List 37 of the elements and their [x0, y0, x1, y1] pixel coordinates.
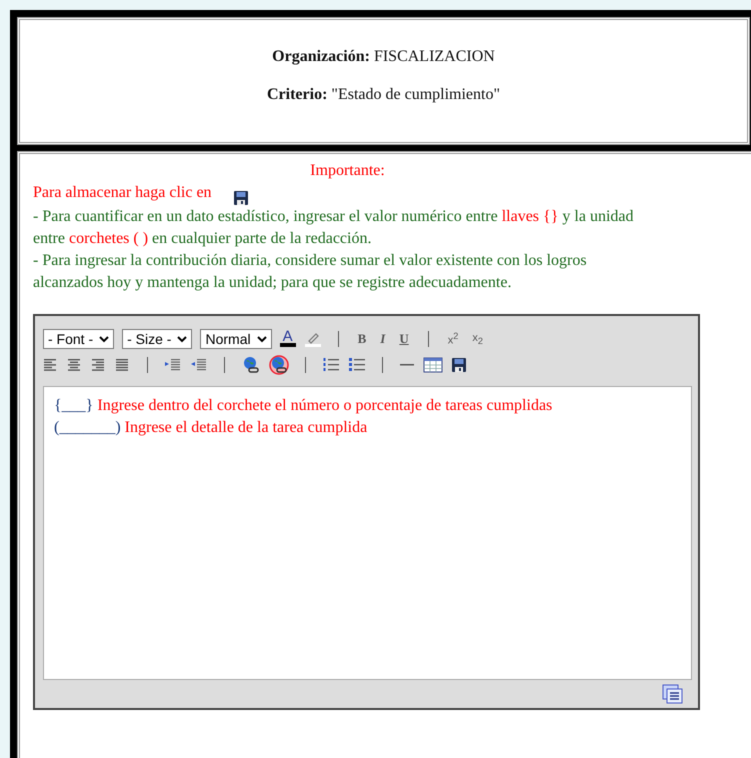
script-button[interactable]: x$^{2}$ — [444, 331, 462, 347]
underline-button[interactable]: U — [396, 331, 412, 347]
instruction-text: - Para ingresar la contribución diaria, considere sumar el valor existente con los logros alcanzados hoy y mantenga la unidad; para que se registre adecuadamente. — [33, 251, 588, 293]
save-icon[interactable] — [451, 357, 467, 373]
ordered-list-icon[interactable] — [322, 357, 340, 373]
align-left-icon[interactable] — [43, 358, 59, 372]
align-center-icon[interactable] — [67, 358, 83, 372]
dropdown[interactable]: - Size - — [122, 329, 192, 349]
criterion-line: Criterio: "Estado de cumplimiento" — [267, 86, 500, 104]
dropdown[interactable]: - Font - — [43, 329, 114, 349]
organization-line: Organización: FISCALIZACION — [272, 48, 495, 66]
instruction-text: - Para cuantificar en un dato estadístico, ingresar el valor numérico entre llaves {} y la unidad entre corchetes ( ) en cualquier parte de la redacción. — [33, 207, 634, 249]
editor-line: (_______) Ingrese el detalle de la tarea cumplida — [54, 418, 368, 438]
globe-link-icon[interactable] — [241, 355, 261, 375]
dropdown[interactable]: Normal — [200, 329, 272, 349]
horizontal-rule-icon[interactable] — [399, 363, 415, 367]
indent-icon[interactable] — [164, 358, 182, 372]
caret-icon — [256, 335, 267, 343]
script-button[interactable]: x$_{2}$ — [469, 332, 486, 346]
highlighter-icon[interactable] — [304, 331, 322, 347]
align-justify-icon[interactable] — [115, 358, 131, 372]
source-view-icon[interactable] — [662, 684, 684, 704]
bullet-list-icon[interactable] — [348, 357, 366, 373]
align-right-icon[interactable] — [91, 358, 107, 372]
italic-button[interactable]: I — [377, 331, 388, 347]
save-hint: Para almacenar haga clic en — [33, 183, 213, 203]
save-icon[interactable] — [233, 190, 249, 206]
editor-line: {___} Ingrese dentro del corchete el número o porcentaje de tareas cumplidas — [54, 396, 554, 416]
caret-icon — [177, 335, 188, 343]
notice-title: Importante: — [309, 161, 386, 181]
font-color-button[interactable]: A — [280, 331, 296, 347]
editor-text-area[interactable]: {___} Ingrese dentro del corchete el número o porcentaje de tareas cumplidas (_______) Ingrese el detalle de la tarea cumplida — [43, 386, 692, 680]
globe-unlink-icon[interactable] — [269, 355, 289, 375]
table-icon[interactable] — [423, 357, 443, 373]
bold-button[interactable]: B — [354, 331, 370, 347]
caret-icon — [99, 335, 110, 343]
outdent-icon[interactable] — [190, 358, 208, 372]
